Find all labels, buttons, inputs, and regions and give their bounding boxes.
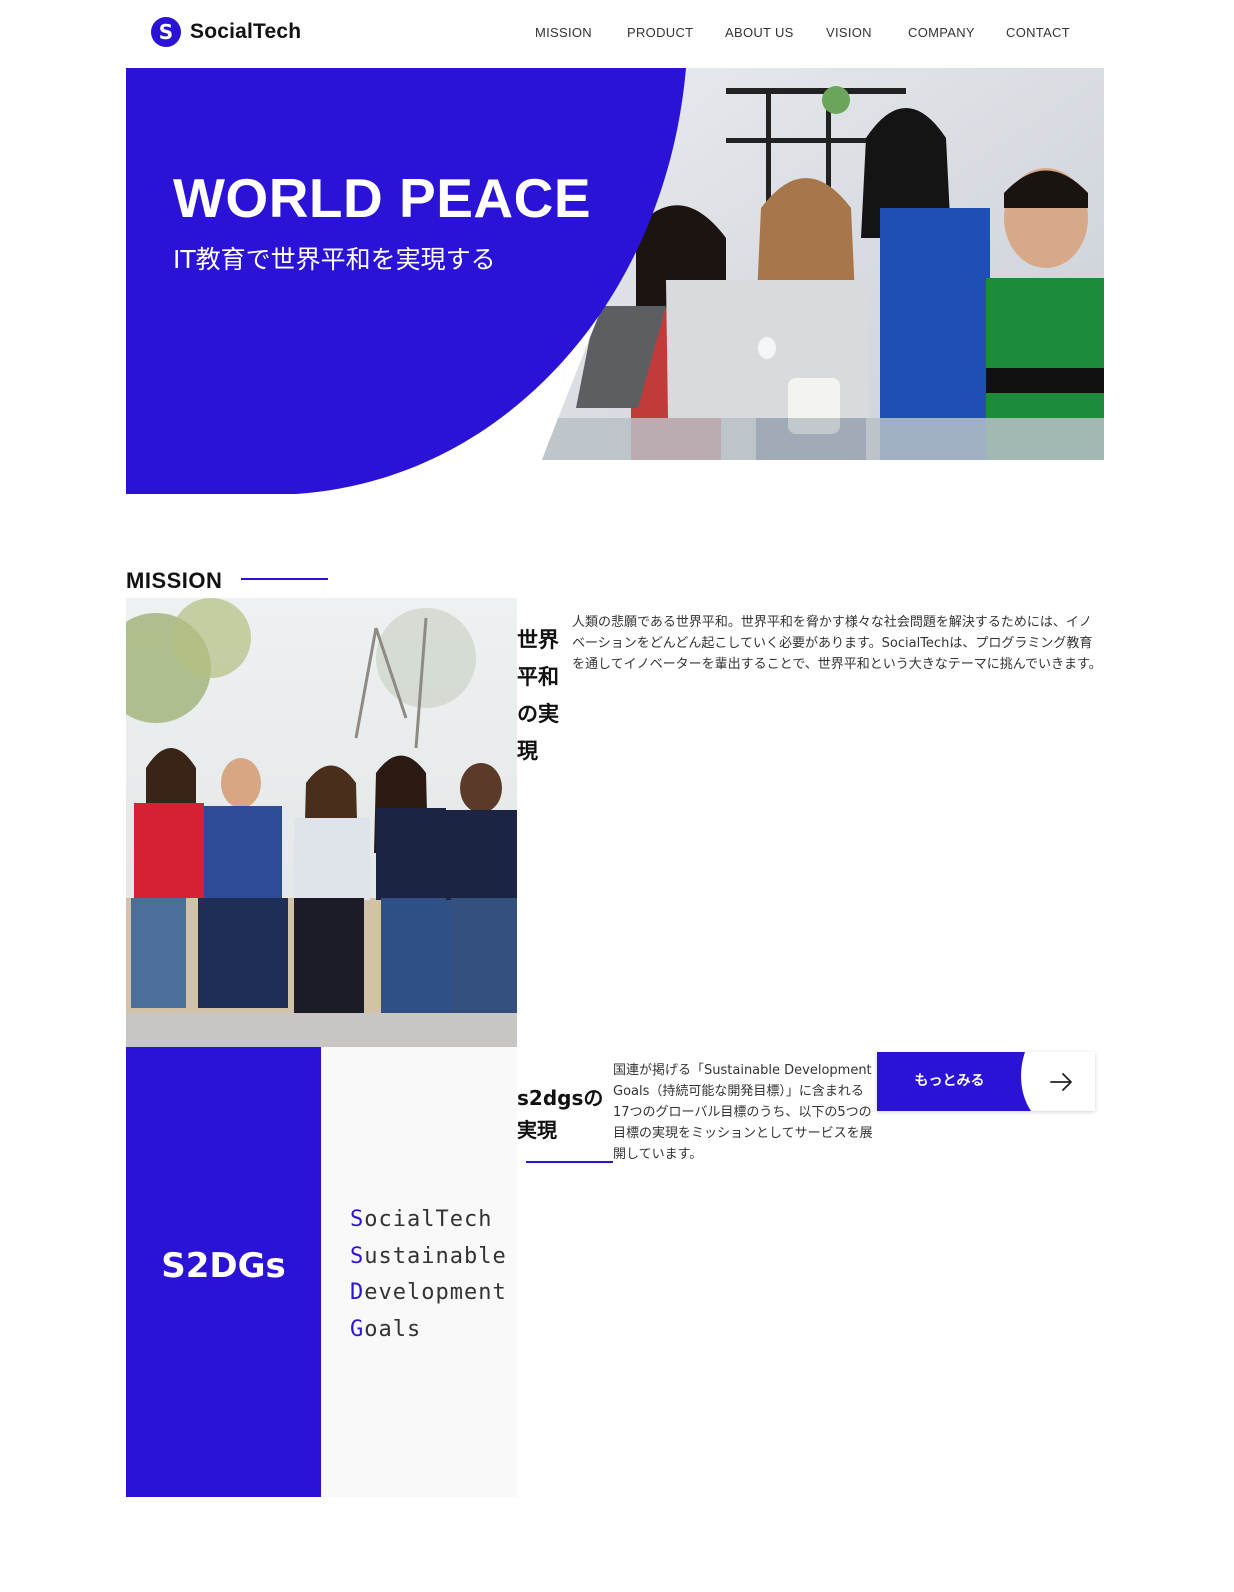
acronym-word: Goals (350, 1316, 422, 1342)
mission-heading: MISSION (126, 568, 223, 593)
arrow-right-icon (1050, 1073, 1072, 1091)
mission-item1-body: 人類の悲願である世界平和。世界平和を脅かす様々な社会問題を解決するためには、イノ… (572, 615, 1102, 672)
more-button-label: もっとみる (914, 1073, 985, 1089)
hero-title: WORLD PEACE (173, 167, 591, 229)
nav-item-vision[interactable]: VISION (826, 25, 872, 40)
acronym-word: Development (350, 1280, 507, 1305)
acronym-word: SocialTech (350, 1207, 493, 1232)
hero-blue-shape (126, 68, 686, 494)
mission-group-photo (126, 598, 517, 1047)
s2dgs-acronym-list: SocialTech Sustainable Development Goals (350, 1202, 507, 1348)
s2dgs-panel: S2DGs (126, 1047, 321, 1497)
nav-item-company[interactable]: COMPANY (908, 25, 975, 40)
mission-item2-heading: s2dgsの実現 (517, 1086, 604, 1142)
hero-subtitle: IT教育で世界平和を実現する (173, 245, 496, 274)
nav-item-contact[interactable]: CONTACT (1006, 25, 1070, 40)
nav-item-mission[interactable]: MISSION (535, 25, 592, 40)
mission-item1-heading: 世界平和の実現 (517, 628, 559, 763)
acronym-word: Sustainable (350, 1243, 507, 1269)
nav-item-about-us[interactable]: ABOUT US (725, 25, 794, 40)
s2dgs-title: S2DGs (161, 1246, 286, 1286)
mission-item2-body: 国連が掲げる「Sustainable Development Goals（持続可… (613, 1063, 873, 1162)
nav-item-product[interactable]: PRODUCT (627, 25, 693, 40)
mission-heading-underline (241, 578, 328, 580)
hero-section: WORLD PEACE IT教育で世界平和を実現する (126, 68, 1104, 494)
mission-item2-underline (526, 1161, 613, 1163)
more-button[interactable]: もっとみる (877, 1052, 1095, 1111)
main-nav: MISSION PRODUCT ABOUT US VISION COMPANY … (0, 25, 1234, 45)
